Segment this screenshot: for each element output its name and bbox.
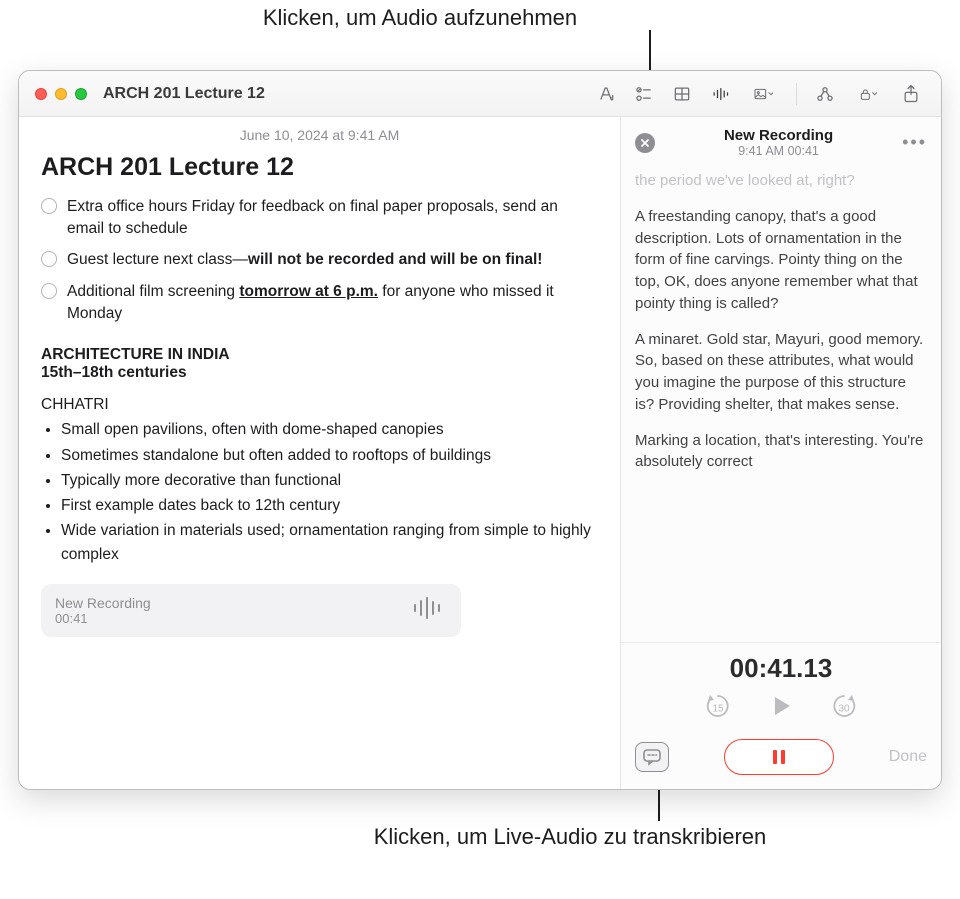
toolbar-divider: [796, 83, 797, 105]
checklist-item[interactable]: Guest lecture next class—will not be rec…: [41, 249, 598, 271]
audio-pane: New Recording 9:41 AM 00:41 ••• the peri…: [621, 117, 941, 789]
transcript-paragraph: Marking a location, that's interesting. …: [635, 430, 927, 474]
checkbox-icon[interactable]: [41, 198, 57, 214]
audio-controls: 00:41.13 15 30: [621, 642, 941, 789]
share-button[interactable]: [897, 81, 925, 107]
content-area: June 10, 2024 at 9:41 AM ARCH 201 Lectur…: [19, 117, 941, 789]
note-title: ARCH 201 Lecture 12: [41, 153, 598, 182]
format-button[interactable]: [592, 81, 620, 107]
pause-recording-button[interactable]: [724, 739, 834, 775]
transcribe-button[interactable]: [635, 742, 669, 772]
section-heading: ARCHITECTURE IN INDIA: [41, 346, 598, 364]
toolbar: [592, 81, 925, 107]
window-title: ARCH 201 Lecture 12: [103, 85, 265, 103]
checklist-item[interactable]: Additional film screening tomorrow at 6 …: [41, 281, 598, 324]
table-button[interactable]: [668, 81, 696, 107]
audio-more-button[interactable]: •••: [902, 132, 927, 153]
record-audio-button[interactable]: [706, 81, 734, 107]
minimize-window-button[interactable]: [55, 88, 67, 100]
zoom-window-button[interactable]: [75, 88, 87, 100]
callout-top: Klicken, um Audio aufzunehmen: [140, 4, 700, 33]
done-button[interactable]: Done: [889, 748, 927, 766]
media-button[interactable]: [744, 81, 782, 107]
checklist-text: Additional film screening tomorrow at 6 …: [67, 281, 598, 324]
transcript-line-faded: the period we've looked at, right?: [635, 170, 927, 192]
list-item: Typically more decorative than functiona…: [61, 469, 598, 492]
list-item: Sometimes standalone but often added to …: [61, 444, 598, 467]
list-item: First example dates back to 12th century: [61, 494, 598, 517]
link-button[interactable]: [811, 81, 839, 107]
close-audio-button[interactable]: [635, 133, 655, 153]
note-pane[interactable]: June 10, 2024 at 9:41 AM ARCH 201 Lectur…: [19, 117, 621, 789]
checkbox-icon[interactable]: [41, 251, 57, 267]
titlebar: ARCH 201 Lecture 12: [19, 71, 941, 117]
close-window-button[interactable]: [35, 88, 47, 100]
list-item: Wide variation in materials used; orname…: [61, 519, 598, 566]
section-subheading: 15th–18th centuries: [41, 364, 598, 382]
checklist-text: Extra office hours Friday for feedback o…: [67, 196, 598, 239]
waveform-icon: [411, 594, 447, 627]
window-controls: [35, 88, 87, 100]
note-datestamp: June 10, 2024 at 9:41 AM: [41, 127, 598, 143]
skip-forward-label: 30: [838, 703, 849, 714]
play-button[interactable]: [768, 693, 794, 724]
lock-button[interactable]: [849, 81, 887, 107]
transcript-area[interactable]: the period we've looked at, right? A fre…: [621, 164, 941, 642]
elapsed-time: 00:41.13: [635, 653, 927, 684]
recording-attachment[interactable]: New Recording 00:41: [41, 584, 461, 637]
recording-duration: 00:41: [55, 611, 151, 626]
audio-title: New Recording: [655, 127, 902, 144]
callout-bottom: Klicken, um Live-Audio zu transkribieren: [290, 823, 850, 852]
transcript-paragraph: A freestanding canopy, that's a good des…: [635, 206, 927, 315]
topic-label: CHHATRI: [41, 396, 598, 414]
list-item: Small open pavilions, often with dome-sh…: [61, 418, 598, 441]
checklist-button[interactable]: [630, 81, 658, 107]
checkbox-icon[interactable]: [41, 283, 57, 299]
checklist-text: Guest lecture next class—will not be rec…: [67, 249, 542, 271]
audio-header: New Recording 9:41 AM 00:41 •••: [621, 117, 941, 164]
skip-back-label: 15: [712, 703, 723, 714]
bullet-list: Small open pavilions, often with dome-sh…: [61, 418, 598, 566]
recording-name: New Recording: [55, 595, 151, 611]
pause-icon: [773, 750, 785, 764]
skip-forward-button[interactable]: 30: [830, 692, 858, 725]
transcript-paragraph: A minaret. Gold star, Mayuri, good memor…: [635, 329, 927, 416]
audio-subtitle: 9:41 AM 00:41: [655, 144, 902, 158]
checklist-item[interactable]: Extra office hours Friday for feedback o…: [41, 196, 598, 239]
notes-window: ARCH 201 Lecture 12: [18, 70, 942, 790]
leader-line-top: [649, 30, 651, 73]
skip-back-button[interactable]: 15: [704, 692, 732, 725]
